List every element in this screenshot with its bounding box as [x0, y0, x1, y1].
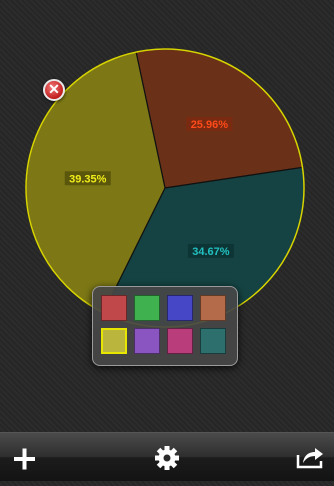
close-icon: ✕: [48, 81, 60, 97]
color-swatch[interactable]: [134, 295, 160, 321]
slice-orange-percent-label: 25.96%: [191, 119, 229, 131]
color-swatch[interactable]: [167, 295, 193, 321]
color-swatch[interactable]: [101, 328, 127, 354]
settings-button[interactable]: [143, 433, 191, 481]
color-swatch[interactable]: [200, 295, 226, 321]
delete-chart-button[interactable]: ✕: [43, 79, 65, 101]
color-swatch[interactable]: [200, 328, 226, 354]
gear-icon: [155, 446, 179, 470]
color-swatch[interactable]: [167, 328, 193, 354]
share-icon: [296, 448, 323, 469]
slice-teal-percent-label: 34.67%: [192, 246, 230, 258]
pie-chart-canvas[interactable]: 25.96% 34.67% 39.35% ✕: [0, 0, 334, 432]
color-swatch[interactable]: [101, 295, 127, 321]
bottom-toolbar: [0, 432, 334, 481]
plus-icon: [14, 448, 35, 470]
color-palette-popup: [92, 286, 238, 366]
share-button[interactable]: [286, 433, 334, 481]
color-swatch[interactable]: [134, 328, 160, 354]
slice-olive-percent-label: 39.35%: [69, 173, 107, 185]
add-button[interactable]: [0, 433, 48, 481]
pie-chart[interactable]: 25.96% 34.67% 39.35%: [0, 0, 334, 432]
